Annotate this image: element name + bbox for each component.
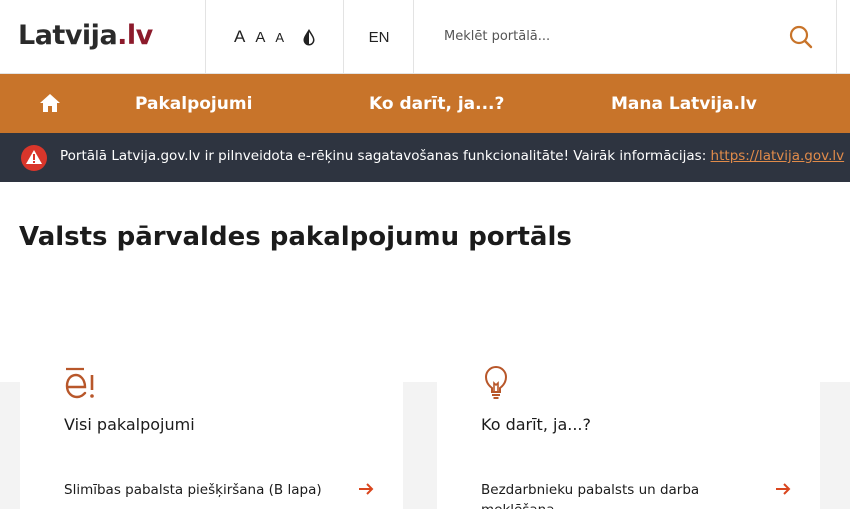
nav-item-mana-latvija[interactable]: Mana Latvija.lv bbox=[611, 74, 757, 133]
nav-item-ko-darit[interactable]: Ko darīt, ja...? bbox=[369, 74, 504, 133]
logo-text: Latvija bbox=[18, 19, 118, 51]
card-link[interactable]: Slimības pabalsta piešķiršana (B lapa) bbox=[64, 480, 364, 500]
warning-icon bbox=[21, 145, 47, 171]
font-size-large-button[interactable]: A bbox=[234, 27, 245, 47]
service-card: Ko darīt, ja...? Bezdarbnieku pabalsts u… bbox=[437, 317, 820, 509]
site-header: Latvija .lv A A A EN bbox=[0, 0, 850, 74]
arrow-right-icon[interactable] bbox=[358, 482, 374, 496]
search-button[interactable] bbox=[786, 22, 816, 52]
contrast-icon[interactable] bbox=[302, 28, 316, 46]
search-box bbox=[414, 0, 836, 74]
logo-suffix: .lv bbox=[117, 19, 153, 51]
arrow-right-icon[interactable] bbox=[775, 482, 791, 496]
search-input[interactable] bbox=[444, 22, 774, 50]
alert-banner: Portālā Latvija.gov.lv ir pilnveidota e-… bbox=[0, 133, 850, 182]
nav-item-pakalpojumi[interactable]: Pakalpojumi bbox=[135, 74, 252, 133]
page-title: Valsts pārvaldes pakalpojumu portāls bbox=[19, 222, 572, 252]
card-title: Visi pakalpojumi bbox=[64, 415, 195, 434]
service-card: Visi pakalpojumi Slimības pabalsta piešķ… bbox=[20, 317, 403, 509]
header-divider bbox=[836, 0, 837, 74]
lightbulb-icon bbox=[484, 366, 508, 399]
site-logo[interactable]: Latvija .lv bbox=[18, 10, 153, 60]
card-title: Ko darīt, ja...? bbox=[481, 415, 591, 434]
alert-message: Portālā Latvija.gov.lv ir pilnveidota e-… bbox=[60, 148, 844, 164]
search-icon bbox=[789, 25, 813, 49]
font-size-small-button[interactable]: A bbox=[275, 30, 284, 45]
font-size-medium-button[interactable]: A bbox=[255, 29, 265, 46]
e-service-icon bbox=[65, 367, 94, 399]
main-navigation: Pakalpojumi Ko darīt, ja...? Mana Latvij… bbox=[0, 74, 850, 133]
alert-text: Portālā Latvija.gov.lv ir pilnveidota e-… bbox=[60, 148, 711, 164]
font-size-controls: A A A bbox=[206, 0, 344, 74]
card-link[interactable]: Bezdarbnieku pabalsts un darba meklēšana bbox=[481, 480, 731, 509]
home-icon[interactable] bbox=[38, 92, 62, 114]
alert-link[interactable]: https://latvija.gov.lv bbox=[711, 148, 845, 164]
language-switch[interactable]: EN bbox=[344, 0, 414, 74]
